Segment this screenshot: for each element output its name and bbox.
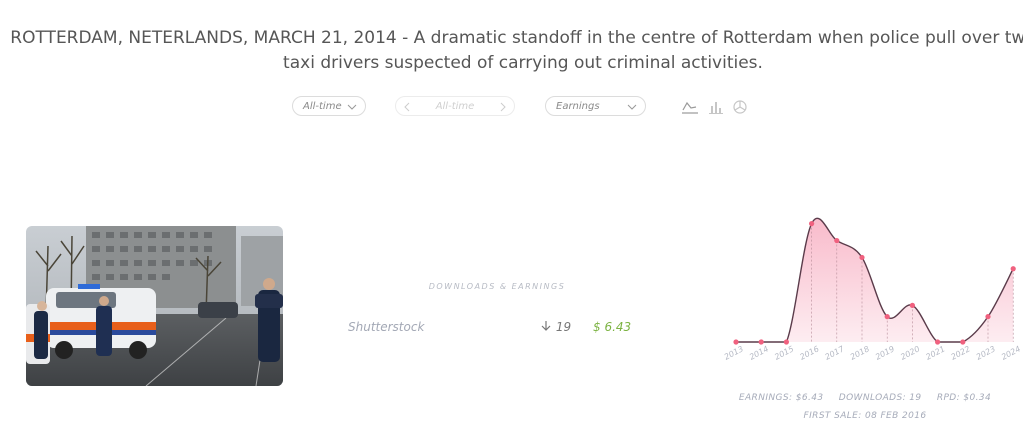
chevron-down-icon — [347, 97, 357, 125]
x-tick-label: 2021 — [924, 344, 946, 362]
x-tick-label: 2022 — [950, 344, 972, 362]
x-tick-label: 2024 — [1000, 344, 1022, 362]
arrow-down-icon — [540, 320, 556, 334]
metric-select[interactable]: Earnings — [545, 96, 646, 116]
agency-name[interactable]: Shutterstock — [348, 320, 424, 334]
chart-point-2021[interactable] — [935, 339, 941, 345]
pie-chart-icon[interactable] — [731, 98, 749, 116]
downloads-count: 19 — [540, 320, 571, 334]
period-select-value: All-time — [303, 101, 342, 112]
x-tick-label: 2013 — [723, 344, 745, 362]
bar-chart-icon[interactable] — [707, 98, 725, 116]
x-tick-label: 2014 — [748, 344, 770, 362]
chart-point-2024[interactable] — [1010, 266, 1016, 272]
chart-point-2014[interactable] — [758, 339, 764, 345]
line-chart-icon[interactable] — [681, 98, 699, 116]
summary-earnings: EARNINGS: $6.43 — [738, 393, 824, 403]
caption-line-2: taxi drivers suspected of carrying out c… — [283, 53, 763, 73]
x-tick-label: 2016 — [798, 344, 820, 362]
summary-stats: EARNINGS: $6.43 DOWNLOADS: 19 RPD: $0.34 — [700, 393, 1023, 403]
chart-point-2020[interactable] — [909, 302, 915, 308]
chart-area-fill — [736, 218, 1014, 342]
summary-rpd: RPD: $0.34 — [936, 393, 992, 403]
caption-line-1: ROTTERDAM, NETERLANDS, MARCH 21, 2014 - … — [10, 28, 1023, 48]
chart-point-2017[interactable] — [834, 237, 840, 244]
downloads-value: 19 — [555, 320, 572, 334]
x-tick-label: 2017 — [824, 344, 847, 362]
x-tick-label: 2023 — [975, 344, 997, 362]
range-value: All-time — [435, 101, 475, 112]
chevron-down-icon — [627, 97, 637, 125]
x-tick-label: 2020 — [899, 344, 921, 362]
chart-point-2022[interactable] — [960, 339, 966, 345]
earnings-area-chart: 2013 2014 2015 2016 2017 2018 2019 2020 2021 2022… — [723, 217, 1022, 362]
chart-point-2016[interactable] — [809, 221, 815, 227]
range-stepper[interactable]: All-time — [395, 96, 515, 116]
downloads-earnings-header: DOWNLOADS & EARNINGS — [428, 282, 566, 291]
x-tick-label: 2019 — [874, 344, 896, 362]
chevron-right-icon[interactable] — [500, 97, 506, 125]
chart-point-2018[interactable] — [859, 254, 865, 261]
x-tick-label: 2018 — [849, 344, 871, 362]
summary-downloads: DOWNLOADS: 19 — [838, 393, 922, 403]
chart-point-2023[interactable] — [985, 314, 991, 320]
chart-point-2015[interactable] — [783, 339, 789, 345]
earnings-value: $ 6.43 — [593, 320, 632, 334]
chart-point-2019[interactable] — [884, 314, 890, 320]
period-select[interactable]: All-time — [292, 96, 366, 116]
chart-point-2013[interactable] — [733, 339, 739, 345]
filter-bar: All-time All-time Earnings — [0, 96, 1023, 118]
photo-caption: ROTTERDAM, NETERLANDS, MARCH 21, 2014 - … — [8, 26, 1023, 76]
stock-photo-thumbnail[interactable] — [26, 226, 283, 386]
x-tick-label: 2015 — [773, 344, 795, 362]
summary-first-sale: FIRST SALE: 08 FEB 2016 — [803, 411, 927, 421]
metric-select-value: Earnings — [556, 101, 600, 112]
